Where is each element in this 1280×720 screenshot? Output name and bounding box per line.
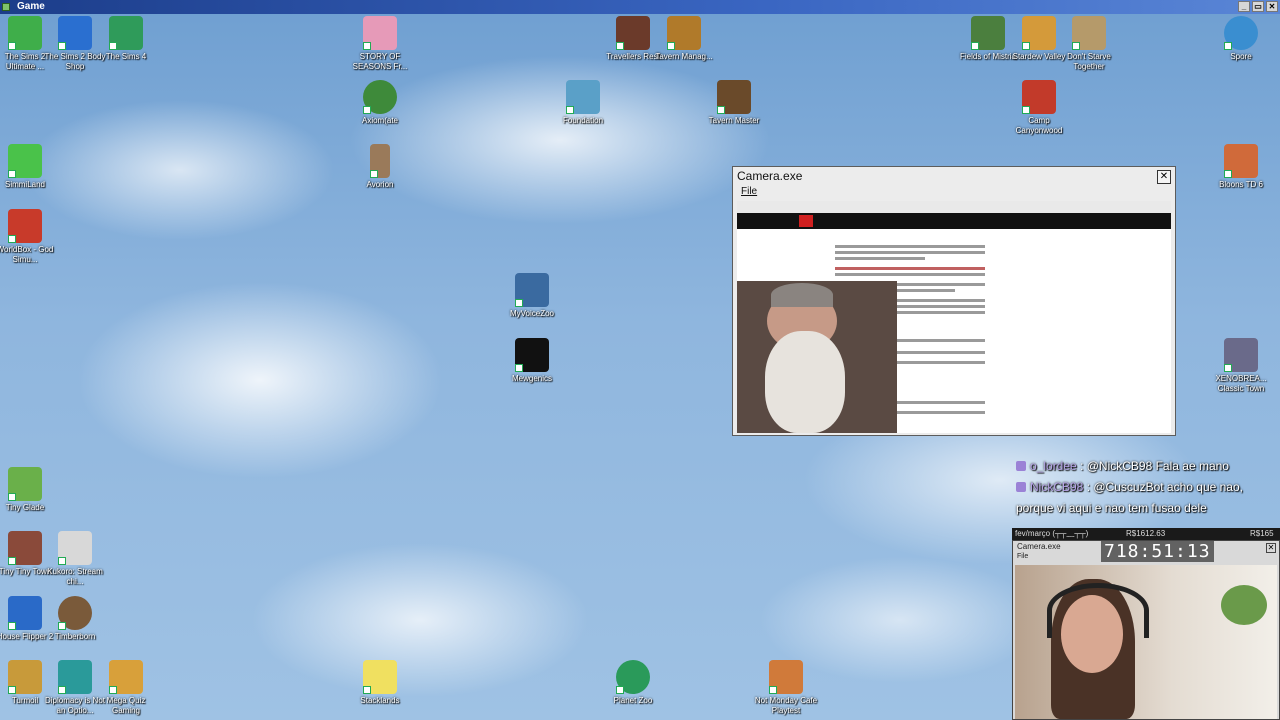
desktop-icon-stacklands[interactable]: Stacklands [347, 660, 413, 706]
maximize-button[interactable]: ▭ [1252, 1, 1264, 12]
sims2-icon [8, 16, 42, 50]
tiny-tiny-town-icon [8, 531, 42, 565]
chat-message: NickCB98 : @CuscuzBot acho que nao, porq… [1016, 477, 1278, 519]
simmiland-icon [8, 144, 42, 178]
desktop-icon-axiomate[interactable]: Axiom(ate [347, 80, 413, 126]
desktop-icon-simmiland[interactable]: SimmiLand [0, 144, 58, 190]
not-monday-cafe-icon [769, 660, 803, 694]
foundation-icon [566, 80, 600, 114]
desktop-icon-not-monday-cafe[interactable]: Not Monday Cafe Playtest [753, 660, 819, 716]
myvoicezoo-icon [515, 273, 549, 307]
sims4-icon [109, 16, 143, 50]
goal-amount: R$1612.63 [1126, 529, 1166, 538]
tiny-glade-icon [8, 467, 42, 501]
camera-window-secondary-title: Camera.exe [1017, 542, 1061, 551]
article-text-line [835, 267, 985, 270]
story-of-seasons-icon [363, 16, 397, 50]
desktop-icon-sims4[interactable]: The Sims 4 [93, 16, 159, 62]
goal-period: fev/março (┬┬﹏┬┬) [1015, 529, 1089, 538]
tavern-manager-icon [667, 16, 701, 50]
headset-icon [1047, 583, 1149, 638]
diplomacy-icon [58, 660, 92, 694]
desktop-icon-xenobreak[interactable]: XENOBREA... Classic Town [1208, 338, 1274, 394]
desktop-icon-mega-quiz[interactable]: Mega Quiz Gaming [93, 660, 159, 716]
donation-goal-bar: fev/março (┬┬﹏┬┬) R$1612.63 R$165 [1012, 528, 1280, 540]
camp-canyonwood-icon [1022, 80, 1056, 114]
camera-window-title: Camera.exe [737, 169, 803, 183]
desktop-icon-timberborn[interactable]: Timberborn [42, 596, 108, 642]
stardew-valley-icon [1022, 16, 1056, 50]
article-text-line [835, 257, 925, 260]
turmoil-icon [8, 660, 42, 694]
desktop-icon-myvoicezoo[interactable]: MyVoiceZoo [499, 273, 565, 319]
desktop-icon-worldbox[interactable]: WorldBox - God Simu... [0, 209, 58, 265]
stream-timer: 718:51:13 [1101, 541, 1214, 562]
axiomate-icon [363, 80, 397, 114]
desktop-icon-camp-canyonwood[interactable]: Camp Canyonwood [1006, 80, 1072, 136]
kukoro-icon [58, 531, 92, 565]
app-icon [2, 3, 10, 11]
planet-zoo-icon [616, 660, 650, 694]
minimize-button[interactable]: _ [1238, 1, 1250, 12]
tavern-master-icon [717, 80, 751, 114]
desktop-icon-tavern-manager[interactable]: Tavern Manag... [651, 16, 717, 62]
bloons-td6-icon [1224, 144, 1258, 178]
browser-toolbar [737, 201, 1171, 213]
desktop-icon-planet-zoo[interactable]: Planet Zoo [600, 660, 666, 706]
menu-file-secondary: File [1017, 553, 1029, 560]
travellers-rest-icon [616, 16, 650, 50]
desktop-icon-story-of-seasons[interactable]: STORY OF SEASONS Fr... [347, 16, 413, 72]
desktop-icon-tiny-glade[interactable]: Tiny Glade [0, 467, 58, 513]
background-plant [1221, 585, 1267, 625]
chat-username: NickCB98 [1030, 480, 1084, 494]
menu-file[interactable]: File [741, 186, 757, 197]
desktop-icon-dont-starve-together[interactable]: Don't Starve Together [1056, 16, 1122, 72]
camera-window-close-button[interactable]: ✕ [1157, 170, 1171, 184]
webcam-feed [1015, 565, 1277, 719]
chat-username: o_lordee [1030, 459, 1077, 473]
chat-badge-icon [1016, 482, 1026, 492]
xenobreak-icon [1224, 338, 1258, 372]
desktop-icon-mewgenics[interactable]: Mewgenics [499, 338, 565, 384]
camera-video-feed [737, 201, 1171, 433]
website-header-bar [737, 213, 1171, 229]
house-flipper-2-icon [8, 596, 42, 630]
chat-text: : @NickCB98 Fala ae mano [1080, 459, 1229, 473]
avorion-icon [370, 144, 390, 178]
desktop-icon-foundation[interactable]: Foundation [550, 80, 616, 126]
desktop-icon-tavern-master[interactable]: Tavern Master [701, 80, 767, 126]
stacklands-icon [363, 660, 397, 694]
timberborn-icon [58, 596, 92, 630]
desktop-icon-kukoro[interactable]: Kukoro: Stream chi... [42, 531, 108, 587]
desktop-icon-bloons-td6[interactable]: Bloons TD 6 [1208, 144, 1274, 190]
person-beard [765, 331, 845, 433]
chat-message: o_lordee : @NickCB98 Fala ae mano [1016, 456, 1278, 477]
camera-window-secondary: Camera.exe File ✕ 718:51:13 [1012, 540, 1280, 720]
sims2-body-shop-icon [58, 16, 92, 50]
article-text-line [835, 245, 985, 248]
close-icon: ✕ [1266, 543, 1276, 553]
camera-window[interactable]: Camera.exe ✕ File [732, 166, 1176, 436]
chat-badge-icon [1016, 461, 1026, 471]
mega-quiz-icon [109, 660, 143, 694]
close-button[interactable]: ✕ [1266, 1, 1278, 12]
spore-icon [1224, 16, 1258, 50]
desktop-icon-spore[interactable]: Spore [1208, 16, 1274, 62]
chat-overlay: o_lordee : @NickCB98 Fala ae mano NickCB… [1016, 456, 1278, 519]
desktop-icon-avorion[interactable]: Avorion [347, 144, 413, 190]
mewgenics-icon [515, 338, 549, 372]
fields-of-mistria-icon [971, 16, 1005, 50]
app-title: Game [17, 1, 45, 12]
article-text-line [835, 273, 985, 276]
worldbox-icon [8, 209, 42, 243]
goal-amount-secondary: R$165 [1250, 529, 1274, 538]
dont-starve-together-icon [1072, 16, 1106, 50]
site-logo-icon [799, 215, 813, 227]
article-text-line [835, 251, 985, 254]
streamer-webcam-person [737, 281, 897, 433]
app-titlebar: Game _ ▭ ✕ [0, 0, 1280, 14]
person-hair [771, 283, 833, 307]
